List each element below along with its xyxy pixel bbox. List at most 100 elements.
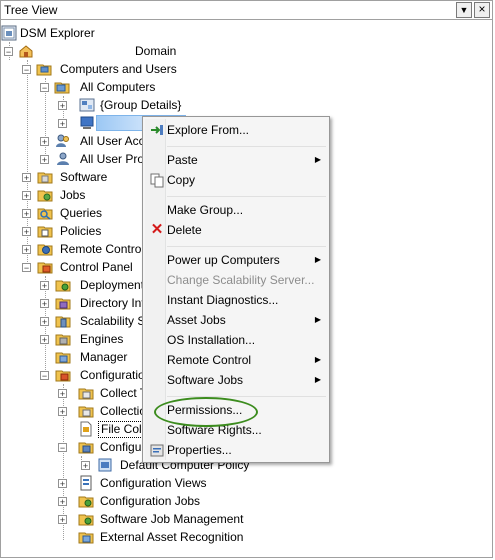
collect-tasks-icon	[78, 388, 94, 400]
submenu-arrow-icon: ▶	[314, 375, 321, 384]
expand-icon[interactable]: +	[40, 155, 49, 165]
collapse-icon[interactable]: −	[40, 83, 49, 93]
tree-item-manager[interactable]: Manager	[0, 348, 160, 366]
expand-icon[interactable]: +	[22, 209, 31, 219]
tree-label: Configu	[100, 440, 142, 454]
tree-item-deployment[interactable]: + Deployment	[0, 276, 160, 294]
tree-item-configuration-views[interactable]: + Configuration Views	[0, 474, 300, 492]
tree-label: Jobs	[60, 188, 86, 202]
policies-icon	[37, 226, 53, 238]
expand-icon[interactable]: +	[58, 101, 67, 111]
external-asset-recognition-icon	[78, 532, 94, 544]
expand-icon[interactable]: +	[40, 281, 49, 291]
tree-item-configuration-jobs[interactable]: + Configuration Jobs	[0, 492, 300, 510]
tree-label: Control Panel	[60, 260, 133, 274]
expand-icon[interactable]: +	[58, 389, 67, 399]
menu-item-explore-from[interactable]: Explore From...	[146, 120, 326, 140]
configuration-jobs-icon	[78, 496, 94, 508]
expand-icon[interactable]: +	[58, 479, 67, 489]
tree-item-all-computers[interactable]: − All Computers	[0, 78, 300, 96]
engines-icon	[55, 334, 71, 346]
tree-label: Manager	[80, 350, 128, 364]
tree-label: Directory Int	[80, 296, 145, 310]
tree-label: All User Prof	[80, 152, 148, 166]
tree-label: Engines	[80, 332, 124, 346]
tree-item-external-asset-recognition[interactable]: External Asset Recognition	[0, 528, 300, 546]
tree-item-collect-tasks[interactable]: + Collect T	[0, 384, 160, 402]
tree-item-scalability[interactable]: + Scalability S	[0, 312, 160, 330]
configuration-policy-icon	[78, 442, 94, 454]
menu-item-remote-control[interactable]: Remote Control ▶	[146, 350, 326, 370]
expand-icon[interactable]: +	[40, 137, 49, 147]
tree-label: Configuration	[80, 368, 152, 382]
file-collection-icon	[80, 421, 92, 437]
tree-label: Collectio	[100, 404, 147, 418]
tree-item-configuration-policy[interactable]: − Configu	[0, 438, 160, 456]
expand-icon[interactable]: +	[58, 407, 67, 417]
expand-icon[interactable]: +	[22, 245, 31, 255]
expand-icon[interactable]: +	[22, 227, 31, 237]
software-icon	[37, 172, 53, 184]
jobs-icon	[37, 190, 53, 202]
menu-item-paste[interactable]: Paste ▶	[146, 150, 326, 170]
menu-item-instant-diagnostics[interactable]: Instant Diagnostics...	[146, 290, 326, 310]
expand-icon[interactable]: +	[58, 497, 67, 507]
tree-label: Software	[60, 170, 108, 184]
menu-item-power-up-computers[interactable]: Power up Computers ▶	[146, 250, 326, 270]
manager-icon	[55, 352, 71, 364]
tree-view-header: Tree View ▼ ×	[0, 0, 493, 20]
collapse-icon[interactable]: −	[22, 263, 31, 273]
highlight-ellipse	[154, 397, 258, 427]
menu-item-os-installation[interactable]: OS Installation...	[146, 330, 326, 350]
menu-item-properties[interactable]: Properties...	[146, 440, 326, 460]
configuration-icon	[55, 370, 71, 382]
tree-label: {Group Details}	[100, 98, 182, 112]
user-accounts-icon	[56, 134, 69, 147]
dropdown-arrow-icon[interactable]: ▼	[456, 2, 472, 18]
blurred-domain-name	[38, 44, 130, 58]
expand-icon[interactable]: +	[58, 515, 67, 525]
expand-icon[interactable]: +	[81, 461, 90, 471]
tree-item-software-job-management[interactable]: + Software Job Management	[0, 510, 300, 528]
tree-label: Remote Control	[60, 242, 145, 256]
close-icon[interactable]: ×	[474, 2, 490, 18]
menu-item-copy[interactable]: Copy	[146, 170, 326, 190]
expand-icon[interactable]: +	[40, 317, 49, 327]
deployment-icon	[55, 280, 71, 292]
tree-label: Collect T	[100, 386, 148, 400]
directory-integration-icon	[55, 298, 71, 310]
collapse-icon[interactable]: −	[58, 443, 67, 453]
expand-icon[interactable]: +	[40, 335, 49, 345]
computer-icon	[80, 116, 94, 129]
tree-item-collection[interactable]: + Collectio	[0, 402, 160, 420]
expand-icon[interactable]: +	[58, 119, 67, 129]
tree-label: External Asset Recognition	[100, 530, 244, 544]
tree-item-group-details[interactable]: + {Group Details}	[0, 96, 300, 114]
tree-item-configuration[interactable]: − Configuration	[0, 366, 160, 384]
tree-item-engines[interactable]: + Engines	[0, 330, 160, 348]
submenu-arrow-icon: ▶	[314, 355, 321, 364]
menu-item-make-group[interactable]: Make Group...	[146, 200, 326, 220]
tree-label: All Computers	[80, 80, 156, 94]
tree-item-directory-integration[interactable]: + Directory Int	[0, 294, 160, 312]
collapse-icon[interactable]: −	[40, 371, 49, 381]
menu-item-asset-jobs[interactable]: Asset Jobs ▶	[146, 310, 326, 330]
tree-label: Domain	[135, 44, 177, 58]
computers-and-users-icon	[36, 64, 52, 76]
tree-item-domain[interactable]: − Domain	[0, 42, 300, 60]
remote-control-icon	[37, 244, 53, 256]
expand-icon[interactable]: +	[40, 299, 49, 309]
menu-item-software-jobs[interactable]: Software Jobs ▶	[146, 370, 326, 390]
tree-item-computers-and-users[interactable]: − Computers and Users	[0, 60, 300, 78]
software-job-management-icon	[78, 514, 94, 526]
expand-icon[interactable]: +	[22, 191, 31, 201]
submenu-arrow-icon: ▶	[314, 155, 321, 164]
tree-item-dsm-explorer[interactable]: DSM Explorer	[0, 24, 300, 42]
collapse-icon[interactable]: −	[4, 47, 13, 57]
collapse-icon[interactable]: −	[22, 65, 31, 75]
menu-item-delete[interactable]: ✕ Delete	[146, 220, 326, 240]
tree-item-file-collection[interactable]: File Coll	[0, 420, 160, 438]
queries-icon	[37, 208, 53, 220]
explore-arrow-icon	[151, 125, 163, 135]
expand-icon[interactable]: +	[22, 173, 31, 183]
